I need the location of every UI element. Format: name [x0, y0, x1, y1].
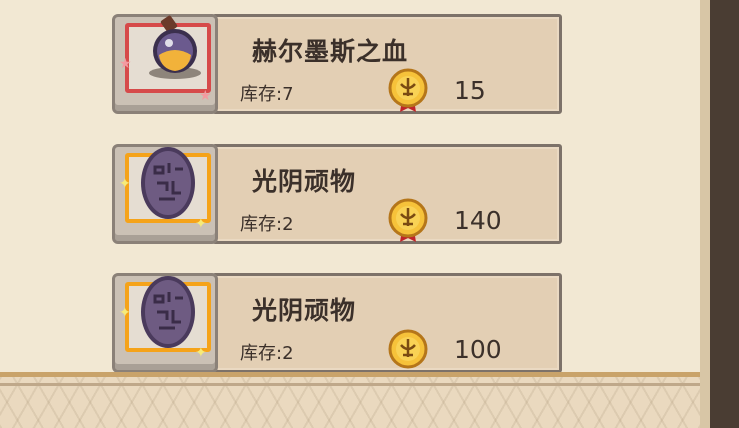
sparkle-icon: ✦: [119, 176, 131, 192]
shop-item-row[interactable]: ✦ ✦ 光阴顽物 库存:2 100: [112, 273, 562, 373]
rune-egg-icon: [141, 276, 195, 348]
item-icon-slot[interactable]: ★ ★: [112, 14, 218, 114]
item-name: 赫尔墨斯之血: [252, 37, 409, 66]
item-name: 光阴顽物: [252, 296, 357, 325]
rune-egg-icon: [141, 147, 195, 219]
sparkle-icon: ★: [119, 56, 132, 72]
item-price: 15: [454, 76, 486, 105]
item-price: 100: [454, 335, 502, 364]
footer-divider: [0, 383, 700, 386]
sparkle-icon: ✦: [195, 216, 207, 232]
shop-item-row[interactable]: ★ ★ 赫尔墨斯之血 库存:7 15: [112, 14, 562, 114]
gold-medal-coin-icon: [388, 329, 428, 369]
sparkle-icon: ✦: [119, 305, 131, 321]
shop-item-row[interactable]: ✦ ✦ 光阴顽物 库存:2 140: [112, 144, 562, 244]
shop-footer-strip: [0, 372, 700, 428]
item-stock: 库存:2: [240, 343, 294, 364]
item-price: 140: [454, 206, 502, 235]
frame-inner: [710, 0, 739, 428]
item-name: 光阴顽物: [252, 167, 357, 196]
sparkle-icon: ✦: [195, 345, 207, 361]
right-border-frame: [700, 0, 739, 428]
gold-medal-coin-icon: [388, 68, 428, 112]
sparkle-icon: ★: [199, 88, 212, 104]
potion-flask-icon: [149, 15, 201, 79]
gold-medal-coin-icon: [388, 198, 428, 242]
item-icon-slot[interactable]: ✦ ✦: [112, 144, 218, 244]
frame-edge: [700, 0, 710, 428]
item-icon-slot[interactable]: ✦ ✦: [112, 273, 218, 373]
item-stock: 库存:2: [240, 214, 294, 235]
item-stock: 库存:7: [240, 84, 294, 105]
